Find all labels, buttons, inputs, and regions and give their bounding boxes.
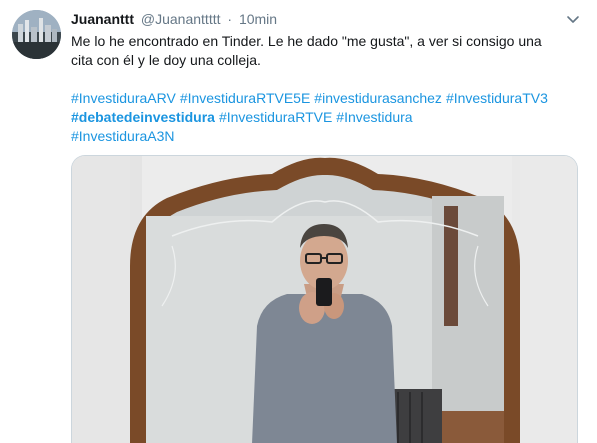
hashtag-link[interactable]: #InvestiduraRTVE xyxy=(219,109,332,125)
more-options-button[interactable] xyxy=(562,8,584,30)
avatar-image xyxy=(12,10,61,59)
hashtag-link[interactable]: #InvestiduraARV xyxy=(71,90,176,106)
chevron-down-icon xyxy=(567,16,579,23)
mirror-selfie-photo xyxy=(72,156,577,443)
hashtag-list: #InvestiduraARV #InvestiduraRTVE5E #invest… xyxy=(71,89,581,146)
separator-dot: · xyxy=(227,11,233,27)
tweet-header: Juananttt @Juananttttt · 10min xyxy=(71,10,277,29)
hashtag-link[interactable]: #InvestiduraTV3 xyxy=(446,90,548,106)
author-handle[interactable]: @Juananttttt xyxy=(141,11,221,27)
tweet-media-photo[interactable] xyxy=(71,155,578,443)
hashtag-link[interactable]: #Investidura xyxy=(336,109,412,125)
hashtag-link[interactable]: #InvestiduraRTVE5E xyxy=(180,90,310,106)
hashtag-link[interactable]: #debatedeinvestidura xyxy=(71,109,215,125)
tweet-text: Me lo he encontrado en Tinder. Le he dad… xyxy=(71,32,576,70)
tweet-text-line: cita con él y le doy una colleja. xyxy=(71,52,261,68)
tweet-text-line: Me lo he encontrado en Tinder. Le he dad… xyxy=(71,33,542,49)
avatar[interactable] xyxy=(12,10,61,59)
hashtag-link[interactable]: #investidurasanchez xyxy=(314,90,442,106)
author-name[interactable]: Juananttt xyxy=(71,11,134,27)
tweet-timestamp[interactable]: 10min xyxy=(239,11,277,27)
tweet[interactable]: Juananttt @Juananttttt · 10min Me lo he … xyxy=(0,0,597,443)
hashtag-link[interactable]: #InvestiduraA3N xyxy=(71,128,175,144)
